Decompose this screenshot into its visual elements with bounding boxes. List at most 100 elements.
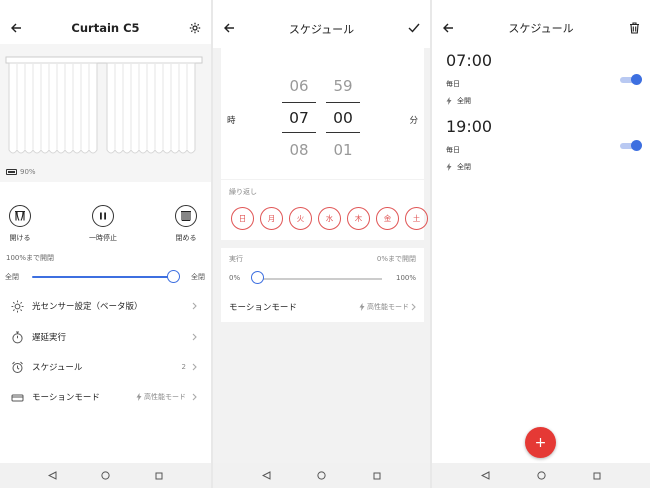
- day-thursday[interactable]: 木: [347, 207, 370, 230]
- nav-home-icon[interactable]: [537, 471, 546, 480]
- open-button[interactable]: 開ける: [0, 205, 40, 243]
- execute-slider-thumb[interactable]: [251, 271, 264, 284]
- back-arrow-icon[interactable]: [6, 18, 26, 38]
- menu-item-schedule[interactable]: スケジュール 2: [0, 355, 211, 379]
- pause-icon: [92, 205, 114, 227]
- nav-recents-icon[interactable]: [155, 472, 163, 480]
- repeat-label: 繰り返し: [229, 188, 257, 196]
- nav-back-icon[interactable]: [48, 471, 57, 480]
- toggle-knob: [631, 140, 642, 151]
- nav-home-icon[interactable]: [101, 471, 111, 480]
- menu-item-delay[interactable]: 遅延実行: [0, 325, 211, 349]
- back-arrow-icon[interactable]: [438, 18, 458, 38]
- day-saturday[interactable]: 土: [405, 207, 428, 230]
- schedule-toggle[interactable]: [620, 74, 642, 85]
- execute-label: 実行: [229, 255, 243, 263]
- picker-divider: [326, 132, 360, 133]
- alarm-clock-icon: [10, 360, 24, 374]
- schedule-repeat: 毎日: [446, 80, 460, 88]
- hour-selected[interactable]: 07: [282, 102, 316, 134]
- minute-option[interactable]: 59: [326, 70, 360, 102]
- trash-icon[interactable]: [624, 18, 644, 38]
- device-header: Curtain C5: [0, 10, 211, 46]
- edit-header: スケジュール: [213, 0, 430, 48]
- screenshot-root: Curtain C5 90% 開ける 一時停止 閉める 100%まで開閉 全閉 …: [0, 0, 650, 488]
- battery-icon: [6, 169, 17, 175]
- pause-button[interactable]: 一時停止: [83, 205, 123, 243]
- execute-slider-track[interactable]: [253, 278, 382, 280]
- chevron-right-icon: [192, 302, 197, 310]
- slider-max-label: 全閉: [191, 273, 205, 281]
- toggle-knob: [631, 74, 642, 85]
- minute-selected[interactable]: 00: [326, 102, 360, 134]
- hour-option[interactable]: 08: [282, 134, 316, 166]
- schedule-time: 19:00: [446, 117, 493, 136]
- day-wednesday[interactable]: 水: [318, 207, 341, 230]
- open-label: 開ける: [9, 234, 31, 242]
- time-picker: 時 分 06 07 08 59 00 01: [221, 48, 424, 179]
- minute-wheel[interactable]: 59 00 01: [326, 70, 360, 166]
- day-tuesday[interactable]: 火: [289, 207, 312, 230]
- schedule-toggle[interactable]: [620, 140, 642, 151]
- schedule-action: 全閉: [446, 162, 471, 172]
- schedule-action: 全開: [446, 96, 471, 106]
- curtain-open-icon: [9, 205, 31, 227]
- schedule-item[interactable]: 19:00 毎日 全閉: [432, 117, 650, 187]
- lightning-icon: [446, 163, 452, 171]
- schedule-action-text: 全閉: [457, 163, 471, 171]
- lightning-icon: [136, 393, 142, 401]
- schedule-action-text: 全開: [457, 97, 471, 105]
- nav-back-icon[interactable]: [481, 471, 490, 480]
- nav-recents-icon[interactable]: [373, 472, 381, 480]
- curtain-illustration: [5, 56, 203, 154]
- android-nav-bar: [432, 463, 650, 488]
- day-friday[interactable]: 金: [376, 207, 399, 230]
- schedule-repeat: 毎日: [446, 146, 460, 154]
- edit-title: スケジュール: [288, 23, 355, 36]
- device-screen: Curtain C5 90% 開ける 一時停止 閉める 100%まで開閉 全閉 …: [0, 0, 211, 488]
- motion-mode-value-text: 高性能モード: [144, 393, 186, 401]
- chevron-right-icon: [192, 393, 197, 401]
- picker-divider: [282, 132, 316, 133]
- add-schedule-button[interactable]: +: [525, 427, 556, 458]
- close-label: 閉める: [175, 234, 197, 242]
- back-arrow-icon[interactable]: [219, 18, 239, 38]
- motion-mode-select[interactable]: 高性能モード: [359, 302, 416, 312]
- menu-label: モーションモード: [32, 393, 100, 403]
- close-button[interactable]: 閉める: [166, 205, 206, 243]
- list-title: スケジュール: [508, 22, 574, 35]
- nav-home-icon[interactable]: [317, 471, 327, 480]
- chevron-right-icon: [192, 363, 197, 371]
- lightning-icon: [446, 97, 452, 105]
- slider-thumb[interactable]: [167, 270, 180, 283]
- slider-track[interactable]: [32, 276, 173, 278]
- schedule-list-screen: スケジュール 07:00 毎日 全開 19:00 毎日 全閉 +: [432, 0, 650, 488]
- menu-item-light-sensor[interactable]: 光センサー設定（ベータ版）: [0, 294, 211, 318]
- pause-label: 一時停止: [89, 234, 117, 242]
- hour-option[interactable]: 06: [282, 70, 316, 102]
- picker-divider: [282, 102, 316, 103]
- menu-label: 遅延実行: [32, 333, 67, 343]
- menu-label: スケジュール: [32, 363, 83, 373]
- android-nav-bar: [213, 463, 430, 488]
- motion-mode-value: 高性能モード: [136, 392, 186, 402]
- menu-item-motion-mode[interactable]: モーションモード 高性能モード: [0, 385, 211, 409]
- hour-wheel[interactable]: 06 07 08: [282, 70, 316, 166]
- position-slider[interactable]: 全閉 全閉: [0, 268, 211, 286]
- menu-label: 光センサー設定（ベータ版）: [32, 302, 143, 312]
- motion-mode-label: モーションモード: [229, 303, 297, 313]
- chevron-right-icon: [192, 333, 197, 341]
- execute-section: 実行 0%まで開閉 0% 100% モーションモード 高性能モード: [221, 248, 424, 322]
- execute-value: 0%まで開閉: [376, 255, 416, 263]
- minute-option[interactable]: 01: [326, 134, 360, 166]
- settings-gear-icon[interactable]: [185, 18, 205, 38]
- nav-recents-icon[interactable]: [593, 472, 601, 480]
- stopwatch-icon: [10, 330, 24, 344]
- range-max-label: 100%: [395, 274, 416, 282]
- day-sunday[interactable]: 日: [231, 207, 254, 230]
- day-monday[interactable]: 月: [260, 207, 283, 230]
- schedule-item[interactable]: 07:00 毎日 全開: [432, 51, 650, 121]
- edit-schedule-screen: スケジュール 時 分 06 07 08 59 00 01 繰り返し 日 月 火 …: [213, 0, 430, 488]
- confirm-check-icon[interactable]: [404, 18, 424, 38]
- nav-back-icon[interactable]: [262, 471, 271, 480]
